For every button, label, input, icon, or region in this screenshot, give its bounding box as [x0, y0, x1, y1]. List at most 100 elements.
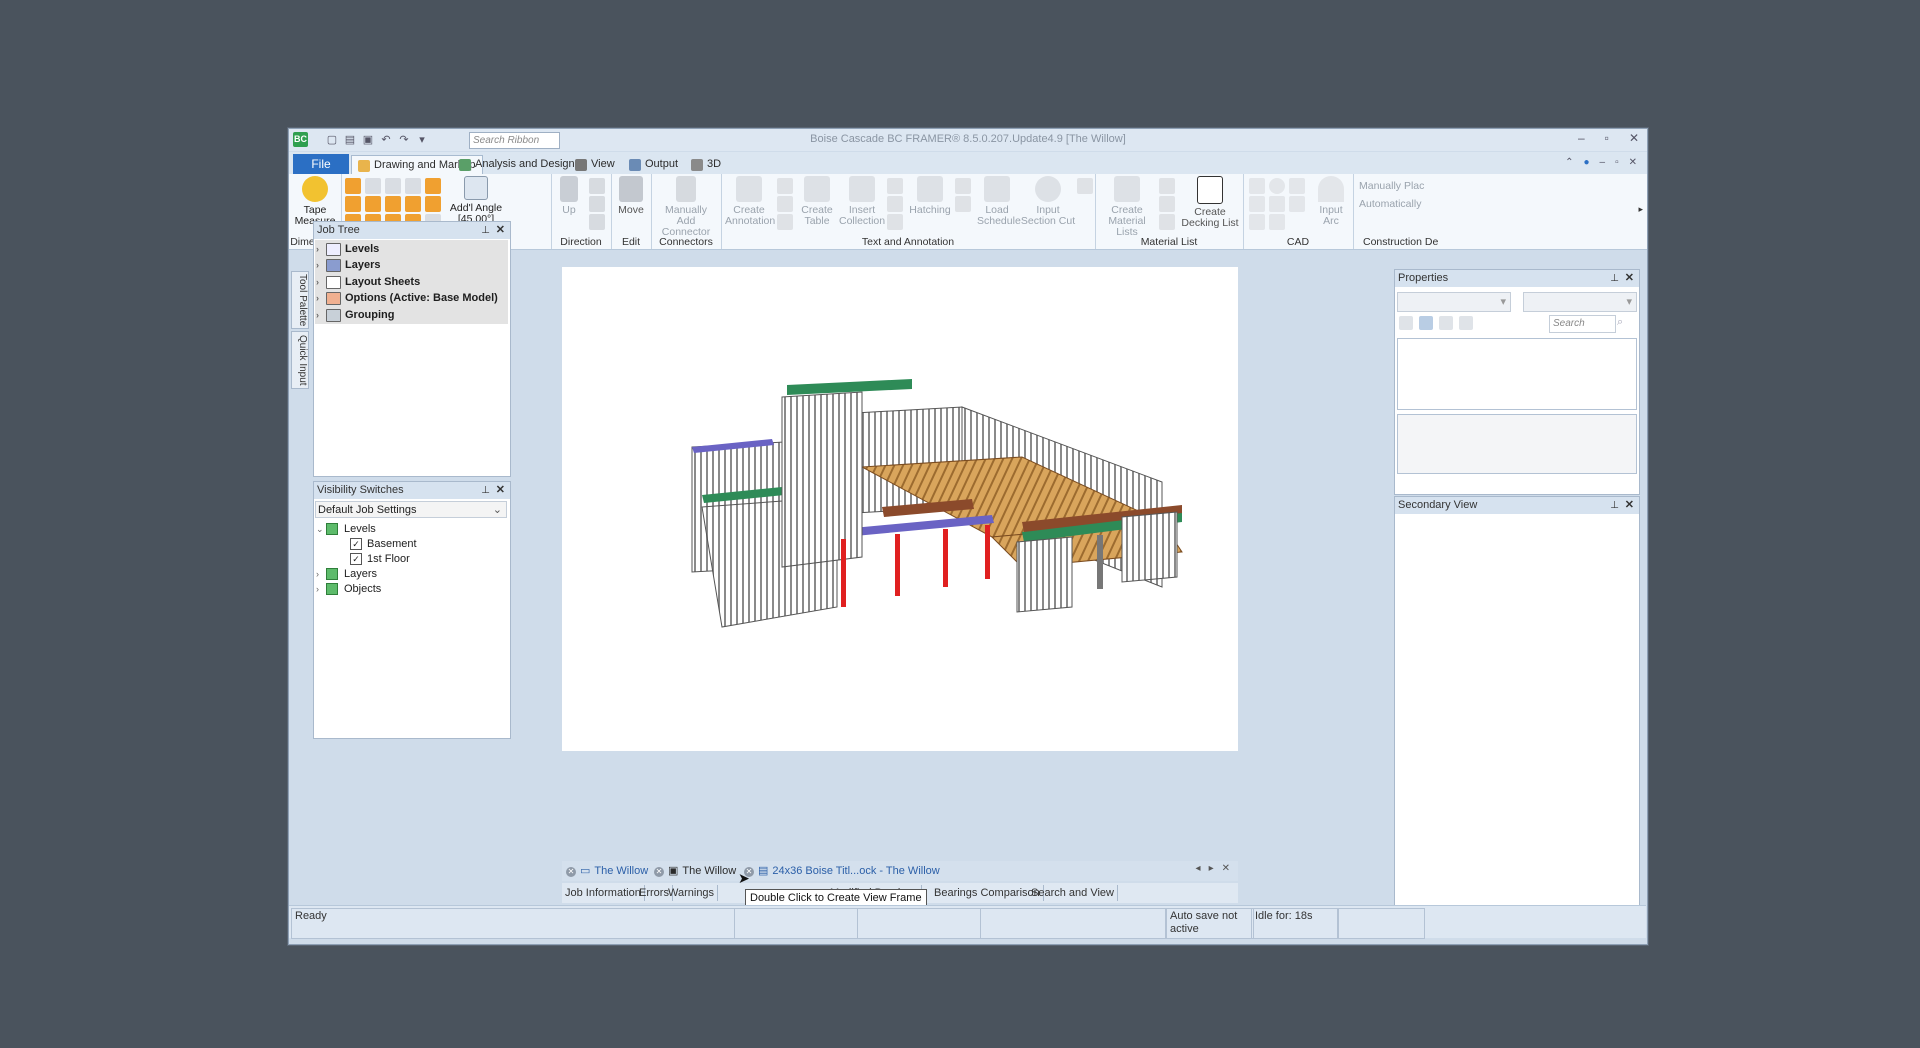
tool-palette-tab[interactable]: Tool Palette [291, 271, 309, 329]
chevron-down-icon[interactable]: ⌄ [316, 521, 326, 537]
search-icon[interactable]: ⌕ [1617, 316, 1623, 329]
sort-az-icon[interactable] [1439, 316, 1453, 330]
vis-basement[interactable]: ✓ Basement [350, 536, 417, 552]
direction-icon-2[interactable] [589, 196, 605, 212]
snap-near-icon[interactable] [385, 196, 401, 212]
close-icon[interactable]: ✕ [496, 482, 505, 499]
tree-item-levels[interactable]: › Levels [316, 241, 379, 257]
hatch-tool-1-icon[interactable] [955, 178, 971, 194]
chevron-right-icon[interactable]: › [316, 257, 326, 273]
close-icon[interactable]: ✕ [1625, 270, 1634, 287]
categorized-icon[interactable] [1399, 316, 1413, 330]
doc-tab-sheet[interactable]: ✕ ▤ 24x36 Boise Titl...ock - The Willow [744, 863, 940, 880]
objects-toggle[interactable] [326, 583, 338, 596]
snap-free-icon[interactable] [365, 178, 381, 194]
close-doc-icon[interactable]: ✕ [1629, 157, 1637, 168]
pin-icon[interactable]: ⊥ [481, 222, 490, 239]
tree-item-options[interactable]: › Options (Active: Base Model) [316, 290, 498, 306]
tab-3d[interactable]: 3D [685, 155, 727, 174]
snap-select-icon[interactable] [405, 178, 421, 194]
chevron-right-icon[interactable]: › [316, 581, 326, 597]
minimize-icon[interactable]: – [1578, 131, 1585, 145]
create-material-lists-button[interactable]: Create Material Lists [1099, 176, 1155, 238]
vis-objects[interactable]: › Objects [316, 581, 381, 597]
close-icon[interactable]: ✕ [1629, 131, 1639, 145]
levels-toggle[interactable] [326, 523, 338, 536]
input-arc-button[interactable]: Input Arc [1313, 176, 1349, 227]
tab-warnings[interactable]: Warnings [665, 885, 719, 901]
rectangle-icon[interactable] [1269, 214, 1285, 230]
ellipse-icon[interactable] [1269, 196, 1285, 212]
snap-angle-icon[interactable] [425, 178, 441, 194]
line-icon[interactable] [1249, 178, 1265, 194]
tab-output[interactable]: Output [623, 155, 684, 174]
tab-search-and-view[interactable]: Search and View [1028, 885, 1118, 901]
cloud-icon[interactable] [1289, 196, 1305, 212]
pin-icon[interactable]: ⊥ [1610, 497, 1619, 514]
grouped-icon[interactable] [1419, 316, 1433, 330]
snap-object-icon[interactable] [385, 178, 401, 194]
close-tab-icon[interactable]: ✕ [654, 866, 664, 877]
object-instance-select[interactable]: ▾ [1523, 292, 1637, 312]
close-all-icon[interactable]: ✕ [1222, 863, 1230, 874]
snap-intersect-icon[interactable] [405, 196, 421, 212]
snap-mid-icon[interactable] [365, 196, 381, 212]
visibility-preset-select[interactable]: Default Job Settings ⌄ [315, 501, 507, 518]
tab-file[interactable]: File [293, 154, 349, 174]
snap-endpoint-icon[interactable] [345, 178, 361, 194]
create-annotation-button[interactable]: Create Annotation [725, 176, 775, 227]
arrow-icon[interactable] [1249, 196, 1265, 212]
chevron-right-icon[interactable]: › [316, 307, 326, 323]
tree-item-grouping[interactable]: › Grouping [316, 307, 395, 323]
tab-bearings-comparison[interactable]: Bearings Comparison [931, 885, 1044, 901]
tab-analysis-and-design[interactable]: Analysis and Design [453, 155, 581, 174]
circle-icon[interactable] [1269, 178, 1285, 194]
tree-item-layers[interactable]: › Layers [316, 257, 380, 273]
doc-tab-plan[interactable]: ✕ ▭ The Willow [566, 863, 648, 880]
property-pages-icon[interactable] [1459, 316, 1473, 330]
text-tool-3-icon[interactable] [887, 214, 903, 230]
tab-view[interactable]: View [569, 155, 621, 174]
material-tool-1-icon[interactable] [1159, 178, 1175, 194]
manually-add-connector-button[interactable]: Manually Add Connector [655, 176, 717, 238]
pin-icon[interactable]: ⊥ [481, 482, 490, 499]
close-icon[interactable]: ✕ [496, 222, 505, 239]
automatically-button[interactable]: Automatically [1359, 198, 1421, 210]
1st-floor-checkbox[interactable]: ✓ [350, 553, 362, 566]
scroll-left-icon[interactable]: ◂ [1196, 863, 1201, 874]
annotation-tool-1-icon[interactable] [777, 178, 793, 194]
direction-icon-1[interactable] [589, 178, 605, 194]
hatch-tool-2-icon[interactable] [955, 196, 971, 212]
hatching-button[interactable]: Hatching [907, 176, 953, 216]
ribbon-scroll-right-icon[interactable]: ▸ [1638, 204, 1643, 215]
properties-search-input[interactable]: Search [1549, 315, 1616, 333]
basement-checkbox[interactable]: ✓ [350, 538, 362, 551]
tab-job-information[interactable]: Job Information [562, 885, 645, 901]
close-tab-icon[interactable]: ✕ [566, 866, 576, 877]
move-button[interactable]: Move [615, 176, 647, 216]
doc-tab-3d[interactable]: ✕ ▣ The Willow [654, 863, 736, 880]
section-tool-icon[interactable] [1077, 178, 1093, 194]
chevron-right-icon[interactable]: › [316, 274, 326, 290]
layers-toggle[interactable] [326, 568, 338, 581]
properties-grid[interactable] [1397, 338, 1637, 410]
polyline-icon[interactable] [1249, 214, 1265, 230]
chevron-right-icon[interactable]: › [316, 241, 326, 257]
chevron-right-icon[interactable]: › [316, 566, 326, 582]
text-tool-2-icon[interactable] [887, 196, 903, 212]
restore-doc-icon[interactable]: ▫ [1615, 157, 1619, 168]
create-table-button[interactable]: Create Table [797, 176, 837, 227]
help-icon[interactable]: ● [1583, 157, 1589, 168]
create-decking-list-button[interactable]: Create Decking List [1181, 176, 1239, 229]
vis-1st-floor[interactable]: ✓ 1st Floor [350, 551, 410, 567]
object-type-select[interactable]: ▾ [1397, 292, 1511, 312]
pin-icon[interactable]: ⊥ [1610, 270, 1619, 287]
up-button[interactable]: Up [555, 176, 583, 216]
vis-layers[interactable]: › Layers [316, 566, 377, 582]
model-viewport[interactable] [562, 267, 1238, 751]
collapse-ribbon-icon[interactable]: ⌃ [1565, 157, 1573, 168]
snap-perp-icon[interactable] [345, 196, 361, 212]
polygon-icon[interactable] [1289, 178, 1305, 194]
addl-angle-button[interactable]: Add'l Angle [45.00°] [449, 176, 503, 225]
text-tool-1-icon[interactable] [887, 178, 903, 194]
